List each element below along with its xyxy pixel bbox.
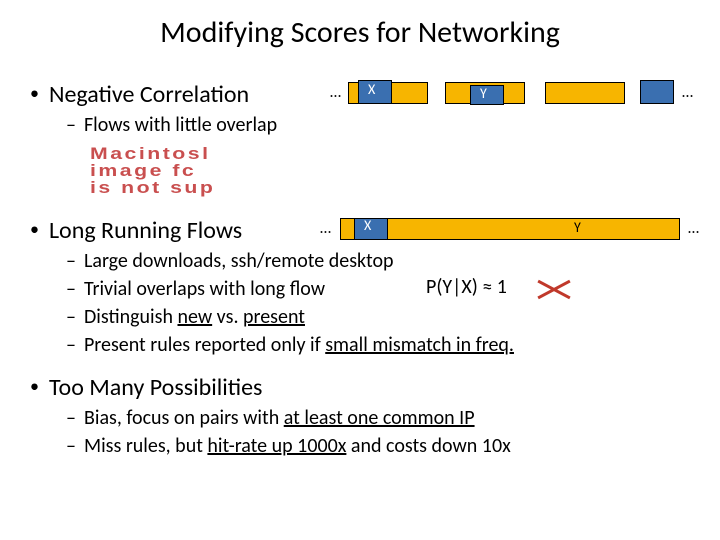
placeholder-line: image fc <box>90 162 259 179</box>
ellipsis-icon: … <box>688 219 699 238</box>
flow-bar-y <box>470 85 504 105</box>
dash-icon: – <box>66 249 76 273</box>
sub-text: Miss rules, but hit-rate up 1000x and co… <box>84 434 511 458</box>
diagram-long-running: … X Y … <box>320 215 710 245</box>
sub-large-downloads: – Large downloads, ssh/remote desktop <box>66 249 710 273</box>
bullet1-text: Negative Correlation <box>49 80 249 109</box>
bullet-too-many: • Too Many Possibilities <box>30 373 710 402</box>
sub-text: Large downloads, ssh/remote desktop <box>84 249 394 273</box>
ellipsis-icon: … <box>320 219 331 238</box>
sub-text: Present rules reported only if small mis… <box>84 333 514 357</box>
ellipsis-icon: … <box>330 83 341 102</box>
bullet1-text: Long Running Flows <box>49 216 242 245</box>
sub-text: Trivial overlaps with long flow <box>84 277 325 301</box>
diagram-neg-corr: … X Y … <box>330 79 710 109</box>
t: Miss rules, but <box>84 434 207 458</box>
t: vs. <box>212 305 243 329</box>
sub-text: Bias, focus on pairs with at least one c… <box>84 406 475 430</box>
ellipsis-icon: … <box>682 83 693 102</box>
dash-icon: – <box>66 277 76 301</box>
dash-icon: – <box>66 406 76 430</box>
row-long-running: • Long Running Flows … X Y … <box>30 215 710 245</box>
dash-icon: – <box>66 434 76 458</box>
t-u: at least one common IP <box>284 406 475 430</box>
sub-text: Flows with little overlap <box>84 113 277 137</box>
sub-distinguish: – Distinguish new vs. present <box>66 305 710 329</box>
sub-bias: – Bias, focus on pairs with at least one… <box>66 406 710 430</box>
sub-present-rules: – Present rules reported only if small m… <box>66 333 710 357</box>
t: Distinguish <box>84 305 178 329</box>
bullet-dot-icon: • <box>30 220 39 238</box>
slide-content: • Negative Correlation … X Y … – Flows w… <box>0 79 720 458</box>
t: Present rules reported only if <box>84 333 325 357</box>
flow-bar-yellow <box>545 82 625 104</box>
t-u: small mismatch in freq. <box>325 333 514 357</box>
label-y: Y <box>480 85 487 102</box>
dash-icon: – <box>66 333 76 357</box>
dash-icon: – <box>66 305 76 329</box>
bullet1-text: Too Many Possibilities <box>49 373 262 402</box>
bullet-negative-correlation: • Negative Correlation <box>30 80 320 109</box>
flow-bar-blue <box>640 80 674 104</box>
t-u: hit-rate up 1000x <box>207 434 346 458</box>
sub-trivial-overlaps: – Trivial overlaps with long flow P(Y|X)… <box>66 277 710 301</box>
bullet-dot-icon: • <box>30 377 39 395</box>
sub-flows-overlap: – Flows with little overlap <box>66 113 710 137</box>
placeholder-line: Macintosl <box>90 145 259 162</box>
cross-out-icon <box>536 273 572 303</box>
label-y: Y <box>574 219 581 236</box>
t: Bias, focus on pairs with <box>84 406 284 430</box>
sub-text: Distinguish new vs. present <box>84 305 305 329</box>
row-negative-correlation: • Negative Correlation … X Y … <box>30 79 710 109</box>
dash-icon: – <box>66 113 76 137</box>
t-u: new <box>177 305 212 329</box>
flow-bar-yellow-long <box>340 218 680 240</box>
label-x: X <box>368 81 375 98</box>
bullet-long-running: • Long Running Flows <box>30 216 310 245</box>
missing-image-placeholder: Macintosl image fc is not sup <box>90 145 225 205</box>
slide-title: Modifying Scores for Networking <box>0 0 720 61</box>
bullet-dot-icon: • <box>30 84 39 102</box>
sub-miss-rules: – Miss rules, but hit-rate up 1000x and … <box>66 434 710 458</box>
placeholder-line: is not sup <box>90 179 259 196</box>
label-x: X <box>364 217 371 234</box>
t-u: present <box>243 305 305 329</box>
formula-pyx: P(Y|X) ≈ 1 <box>426 275 507 299</box>
t: and costs down 10x <box>346 434 510 458</box>
